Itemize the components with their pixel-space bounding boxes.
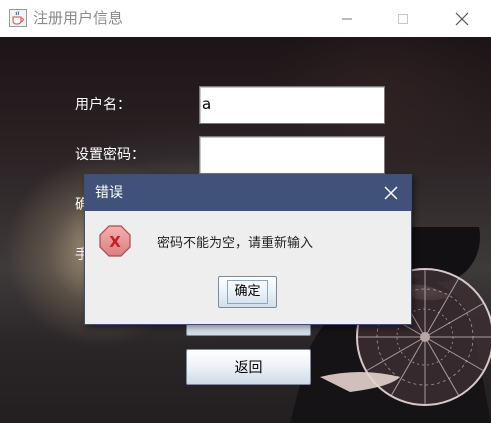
window-title: 注册用户信息 bbox=[33, 9, 124, 27]
password-input[interactable] bbox=[199, 136, 385, 174]
username-input-value: a bbox=[202, 95, 212, 113]
svg-text:X: X bbox=[109, 233, 121, 251]
window-titlebar: 注册用户信息 bbox=[0, 0, 491, 37]
maximize-button[interactable] bbox=[375, 0, 431, 37]
dialog-close-icon[interactable] bbox=[383, 185, 399, 201]
ok-button-label: 确定 bbox=[227, 280, 268, 304]
error-icon: X bbox=[99, 225, 131, 257]
close-button[interactable] bbox=[434, 0, 490, 37]
username-input[interactable]: a bbox=[199, 86, 385, 124]
dialog-titlebar: 错误 bbox=[85, 175, 411, 211]
dialog-title: 错误 bbox=[95, 185, 123, 201]
password-label: 设置密码： bbox=[75, 147, 145, 163]
minimize-icon bbox=[342, 18, 352, 19]
maximize-icon bbox=[398, 13, 408, 24]
back-button-label: 返回 bbox=[234, 360, 263, 376]
back-button[interactable]: 返回 bbox=[186, 349, 311, 385]
minimize-button[interactable] bbox=[319, 0, 375, 37]
ok-button[interactable]: 确定 bbox=[218, 276, 277, 308]
error-dialog: 错误 X 密码不能为空，请重新输入 确定 bbox=[84, 174, 412, 325]
java-cup-icon bbox=[9, 9, 27, 27]
dialog-message: 密码不能为空，请重新输入 bbox=[157, 236, 314, 251]
username-label: 用户名： bbox=[75, 97, 131, 113]
close-icon bbox=[455, 12, 469, 25]
